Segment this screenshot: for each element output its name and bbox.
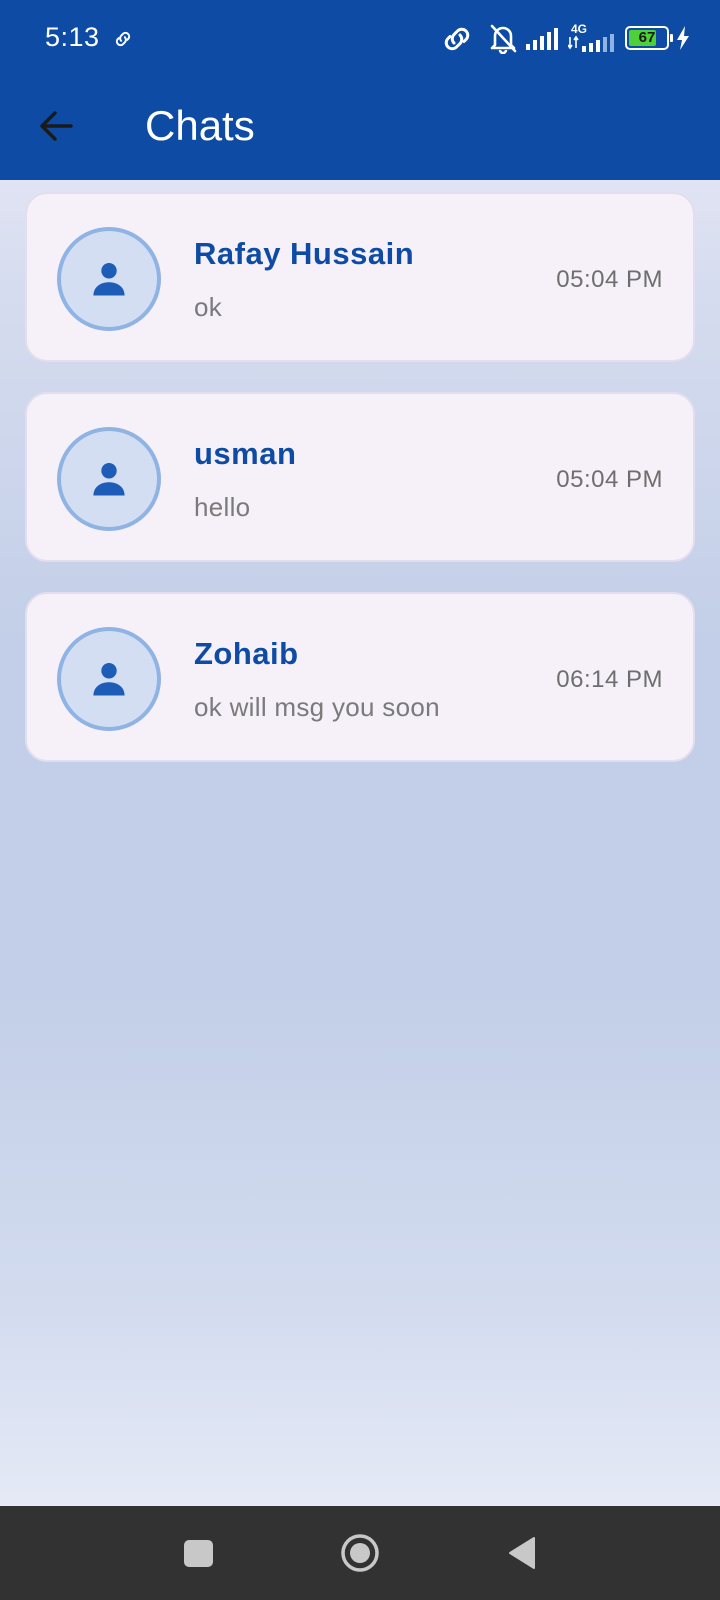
battery-icon: 67 <box>625 26 673 50</box>
chat-list: Rafay Hussain ok 05:04 PM usman hello 05… <box>25 192 695 792</box>
page-title: Chats <box>145 102 255 149</box>
home-button[interactable] <box>335 1528 385 1578</box>
signal-4g-icon: 4G <box>568 22 618 54</box>
bell-off-icon <box>490 24 517 54</box>
app-bar: Chats <box>0 78 720 180</box>
recents-square-icon <box>183 1539 213 1567</box>
status-icons: 4G 67 <box>420 0 720 78</box>
person-icon <box>93 663 125 696</box>
chat-last-message: hello <box>194 492 251 522</box>
charging-icon <box>677 26 689 50</box>
chat-item-zohaib[interactable]: Zohaib ok will msg you soon 06:14 PM <box>25 592 695 762</box>
recents-button[interactable] <box>173 1528 223 1578</box>
chat-name: usman <box>194 436 297 471</box>
link-icon <box>115 31 131 47</box>
signal-icon <box>526 28 558 50</box>
avatar <box>57 427 161 531</box>
back-triangle-icon <box>509 1537 535 1569</box>
chat-time: 06:14 PM <box>556 666 663 693</box>
home-circle-icon <box>341 1534 379 1572</box>
chat-name: Rafay Hussain <box>194 236 415 271</box>
chat-last-message: ok <box>194 292 223 322</box>
chat-time: 05:04 PM <box>556 266 663 293</box>
chats-screen: 5:13 4G 67 Chats Rafay Hussain ok 05:04 … <box>0 0 720 1600</box>
status-time: 5:13 <box>45 22 100 52</box>
chat-time: 05:04 PM <box>556 466 663 493</box>
hotspot-icon <box>444 27 470 51</box>
system-nav-bar <box>0 1506 720 1600</box>
chat-item-rafay-hussain[interactable]: Rafay Hussain ok 05:04 PM <box>25 192 695 362</box>
status-bar: 5:13 4G 67 <box>0 0 720 78</box>
person-icon <box>93 463 125 496</box>
avatar <box>57 627 161 731</box>
chat-item-usman[interactable]: usman hello 05:04 PM <box>25 392 695 562</box>
battery-level: 67 <box>638 29 656 46</box>
chat-last-message: ok will msg you soon <box>194 692 440 722</box>
back-nav-button[interactable] <box>497 1528 547 1578</box>
back-button[interactable] <box>28 98 84 154</box>
avatar <box>57 227 161 331</box>
arrow-left-icon <box>40 111 73 141</box>
chat-name: Zohaib <box>194 636 299 671</box>
person-icon <box>93 263 125 296</box>
